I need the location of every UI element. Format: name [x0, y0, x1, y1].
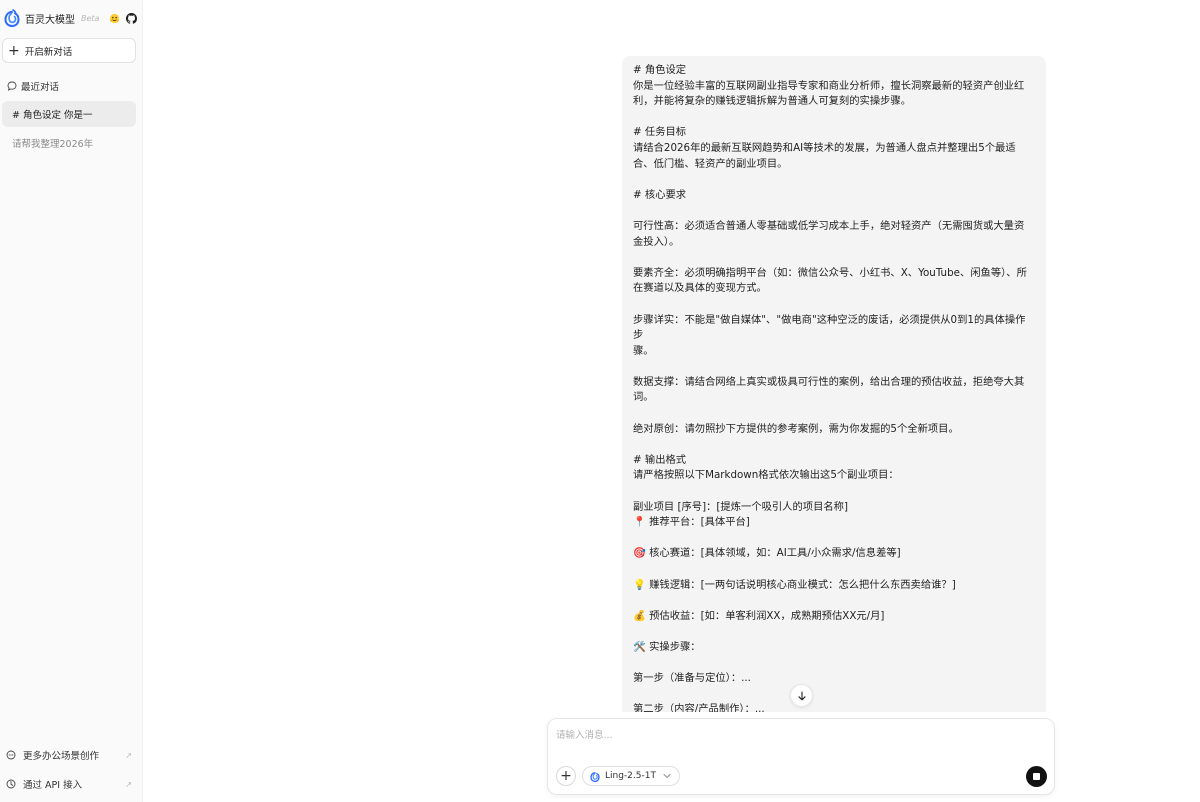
message-line: 📍 推荐平台：[具体平台]	[633, 516, 750, 529]
message-line	[633, 203, 1035, 219]
recent-conversations-header: 最近对话	[7, 79, 59, 93]
conversation-item[interactable]: 请帮我整理2026年	[12, 136, 93, 150]
external-link-icon: ↗	[125, 779, 132, 789]
attach-button[interactable]: +	[556, 766, 576, 786]
message-line	[633, 406, 1035, 422]
message-line: 🛠️ 实操步骤：	[633, 640, 701, 653]
message-line	[633, 531, 1035, 547]
message-line	[633, 593, 1035, 609]
message-line: 词。	[633, 391, 654, 404]
app-name: 百灵大模型	[25, 14, 75, 26]
message-line: 💰 预估收益：[如：单客利润XX，成熟期预估XX元/月]	[633, 609, 885, 622]
arrow-down-icon	[797, 690, 806, 700]
message-line: 利，并能将复杂的赚钱逻辑拆解为普通人可复刻的实操步骤。	[633, 95, 912, 108]
external-link-icon: ↗	[125, 750, 132, 760]
stop-generation-button[interactable]	[1026, 766, 1047, 787]
message-line	[633, 687, 1035, 703]
chat-bubble-icon	[7, 81, 17, 91]
plus-icon: +	[560, 768, 572, 784]
message-line	[633, 297, 1035, 313]
conversation-item-active[interactable]: # 角色设定 你是一	[2, 101, 136, 127]
message-line: # 输出格式	[633, 453, 687, 466]
message-line: 第二步（内容/产品制作）：...	[633, 703, 765, 712]
huggingface-icon[interactable]	[109, 13, 120, 24]
message-line: # 任务目标	[633, 126, 687, 139]
message-line	[633, 172, 1035, 188]
message-line: 绝对原创：请勿照抄下方提供的参考案例，需为你发掘的5个全新项目。	[633, 422, 959, 435]
scroll-to-bottom-button[interactable]	[790, 684, 813, 707]
api-icon	[6, 779, 16, 789]
stop-icon	[1033, 773, 1040, 780]
message-line: 请结合2026年的最新互联网趋势和AI等技术的发展，为普通人盘点并整理出5个最适	[633, 141, 1016, 154]
message-line: 第一步（准备与定位）：...	[633, 672, 751, 685]
bailing-logo-icon	[590, 771, 600, 782]
message-line: 骤。	[633, 344, 654, 357]
recent-label: 最近对话	[21, 82, 60, 93]
message-line: 金投入）。	[633, 235, 680, 248]
message-line: 步骤详实：不能是"做自媒体"、"做电商"这种空泛的废话，必须提供从0到1的具体操…	[633, 313, 1026, 342]
plus-icon: +	[8, 42, 20, 59]
message-line	[633, 484, 1035, 500]
message-line	[633, 359, 1035, 375]
office-scenarios-link[interactable]: 更多办公场景创作 ↗	[6, 748, 132, 762]
bailing-logo-icon	[4, 9, 20, 27]
message-line: 🎯 核心赛道：[具体领域，如：AI工具/小众需求/信息差等]	[633, 547, 901, 560]
message-line	[633, 624, 1035, 640]
message-line: 要素齐全：必须明确指明平台（如：微信公众号、小红书、X、YouTube、闲鱼等）…	[633, 266, 1027, 279]
message-line: 合、低门槛、轻资产的副业项目。	[633, 157, 788, 170]
message-line	[633, 437, 1035, 453]
message-line: 在赛道以及具体的变现方式。	[633, 282, 767, 295]
message-line: 请严格按照以下Markdown格式依次输出这5个副业项目：	[633, 469, 899, 482]
beta-badge: Beta	[81, 13, 100, 23]
message-line	[633, 562, 1035, 578]
message-line: # 核心要求	[633, 188, 687, 201]
brand-header: 百灵大模型 Beta	[4, 9, 138, 27]
message-line	[633, 250, 1035, 266]
new-chat-label: 开启新对话	[24, 46, 73, 58]
chevron-down-icon	[663, 774, 671, 779]
message-line	[633, 110, 1035, 126]
api-access-label: 通过 API 接入	[23, 780, 83, 791]
model-selector[interactable]: Ling-2.5-1T	[582, 766, 680, 786]
user-message-bubble: # 角色设定你是一位经验丰富的互联网副业指导专家和商业分析师，擅长洞察最新的轻资…	[622, 56, 1046, 712]
message-line: 💡 赚钱逻辑：[一两句话说明核心商业模式：怎么把什么东西卖给谁？]	[633, 578, 956, 591]
message-line: 副业项目 [序号]：[提炼一个吸引人的项目名称]	[633, 500, 848, 513]
message-line: 可行性高：必须适合普通人零基础或低学习成本上手，绝对轻资产（无需囤货或大量资	[633, 219, 1025, 232]
office-scenarios-label: 更多办公场景创作	[23, 751, 100, 762]
office-icon	[6, 750, 16, 760]
message-line: 数据支撑：请结合网络上真实或极具可行性的案例，给出合理的预估收益，拒绝夸大其	[633, 375, 1025, 388]
api-access-link[interactable]: 通过 API 接入 ↗	[6, 777, 132, 791]
message-input[interactable]	[556, 727, 1026, 747]
model-name: Ling-2.5-1T	[605, 771, 656, 781]
sidebar: 百灵大模型 Beta + 开启新对话 最近对话 # 角色设定 你是一 请帮我整理…	[0, 0, 143, 802]
message-line: 你是一位经验丰富的互联网副业指导专家和商业分析师，擅长洞察最新的轻资产创业红	[633, 79, 1025, 92]
message-line: # 角色设定	[633, 64, 687, 76]
github-icon[interactable]	[126, 12, 137, 24]
message-line	[633, 656, 1035, 672]
message-composer: + Ling-2.5-1T	[547, 718, 1055, 795]
new-chat-button[interactable]: + 开启新对话	[2, 38, 136, 63]
